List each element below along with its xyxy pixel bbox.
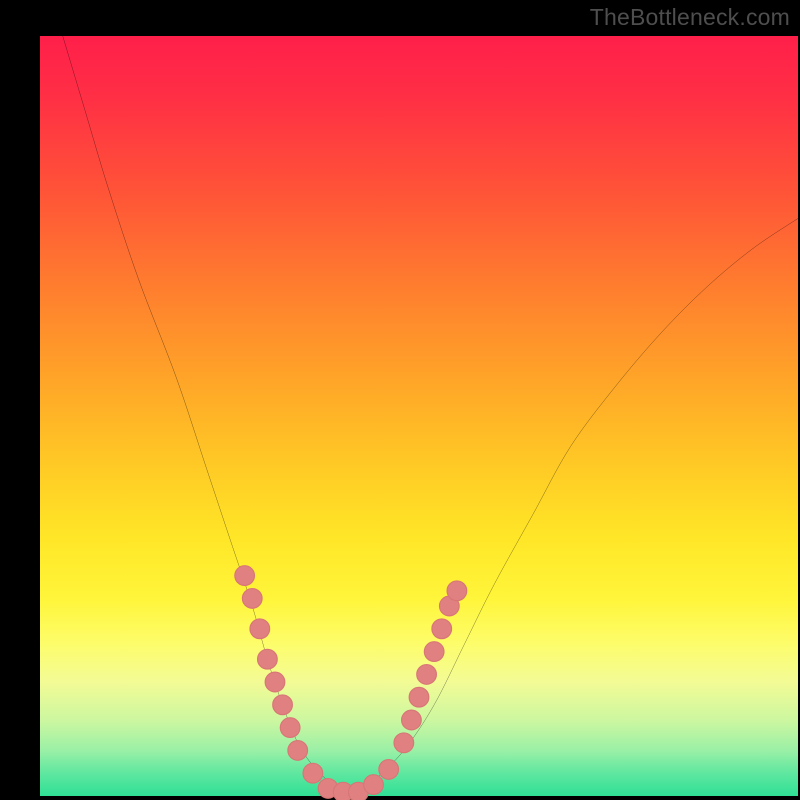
curve-marker xyxy=(242,589,262,609)
curve-marker xyxy=(394,733,414,753)
curve-marker xyxy=(364,775,384,795)
curve-marker xyxy=(235,566,255,586)
bottleneck-chart xyxy=(40,36,798,796)
curve-marker xyxy=(402,710,422,730)
chart-frame: TheBottleneck.com xyxy=(0,0,800,800)
curve-marker xyxy=(432,619,452,639)
curve-marker xyxy=(417,665,437,685)
curve-marker xyxy=(273,695,293,715)
curve-marker xyxy=(265,672,285,692)
plot-area xyxy=(40,36,798,796)
marker-group xyxy=(235,566,467,800)
curve-marker xyxy=(280,718,300,738)
curve-marker xyxy=(447,581,467,601)
curve-marker xyxy=(409,687,429,707)
curve-marker xyxy=(250,619,270,639)
curve-marker xyxy=(303,763,323,783)
curve-marker xyxy=(424,642,444,662)
curve-marker xyxy=(288,741,308,761)
curve-marker xyxy=(258,649,278,669)
watermark-text: TheBottleneck.com xyxy=(590,4,790,31)
curve-marker xyxy=(379,760,399,780)
